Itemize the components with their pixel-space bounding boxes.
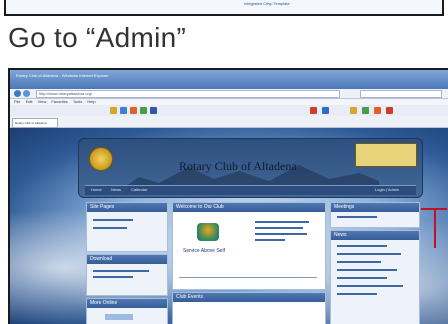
divider [179,277,317,278]
toolbar-icon[interactable] [350,107,357,114]
panel-header: Site Pages [87,203,167,212]
panel-header: Meetings [331,203,419,212]
toolbar-icon[interactable] [374,107,381,114]
menu-help[interactable]: Help [87,99,95,104]
browser-tab[interactable]: Rotary Club of Altadena [12,118,58,128]
tab-bar: Rotary Club of Altadena [10,116,448,128]
toolbar-icon[interactable] [362,107,369,114]
nav-calendar[interactable]: Calendar [131,187,147,192]
toolbar-icon[interactable] [130,107,137,114]
news-line[interactable] [337,245,387,247]
menu-view[interactable]: View [38,99,47,104]
button-image[interactable] [105,314,133,320]
text-line [255,221,309,223]
browser-title: Rotary Club of Altadena - Windows Intern… [16,73,109,78]
browser-tab-label: Rotary Club of Altadena [15,121,47,125]
download-panel: Download [86,254,168,296]
nav-admin-link[interactable]: Login | Admin [375,187,399,192]
search-field[interactable] [360,90,442,98]
news-line[interactable] [337,261,381,263]
site-pages-panel: Site Pages [86,202,168,252]
callout-line-vertical [434,208,436,248]
toolbar-icon[interactable] [140,107,147,114]
toolbar-icon[interactable] [150,107,157,114]
previous-slide-link: Integrated Crisp Template [244,1,290,6]
browser-title-bar: Rotary Club of Altadena - Windows Intern… [10,70,448,89]
panel-header: News [331,231,419,240]
toolbar-icon[interactable] [386,107,393,114]
club-title: Rotary Club of Altadena [179,159,297,173]
rotary-logo-icon [89,147,113,171]
previous-slide-frame: Integrated Crisp Template [4,0,444,16]
text-line [255,227,303,229]
nav-home[interactable]: Home [91,187,102,192]
news-panel: News [330,230,420,324]
forward-icon[interactable] [23,90,30,97]
url-field[interactable]: http://www.rotaryaltadena.org/ [36,90,340,98]
previous-slide-strip: Integrated Crisp Template [0,0,448,18]
text-line [255,233,307,235]
rotary-emblem-icon [197,223,219,241]
welcome-panel: Welcome to Our Club Service Above Self [172,202,326,290]
news-line[interactable] [337,285,403,287]
slogan-text: Service Above Self [183,248,225,254]
meetings-panel: Meetings [330,202,420,228]
site-banner: Rotary Club of Altadena Home News Calend… [78,138,423,198]
link-line[interactable] [93,270,149,272]
toolbar-icon[interactable] [310,107,317,114]
web-page: Rotary Club of Altadena Home News Calend… [10,128,448,324]
menu-favorites[interactable]: Favorites [51,99,67,104]
browser-screenshot: Rotary Club of Altadena - Windows Intern… [8,68,448,324]
toolbar-icon[interactable] [322,107,329,114]
back-icon[interactable] [14,90,21,97]
toolbar-icon[interactable] [110,107,117,114]
slide-heading: Go to “Admin” [8,22,187,53]
news-line[interactable] [337,277,387,279]
news-line[interactable] [337,253,401,255]
link-line[interactable] [93,219,133,221]
text-line [337,216,377,218]
club-events-panel: Club Events [172,292,326,324]
menu-tools[interactable]: Tools [73,99,82,104]
address-bar: http://www.rotaryaltadena.org/ [10,89,448,99]
news-line[interactable] [337,269,397,271]
panel-header: Club Events [173,293,325,302]
panel-header: Welcome to Our Club [173,203,325,212]
toolbar-icon[interactable] [120,107,127,114]
more-online-panel: More Online [86,298,168,324]
nav-news[interactable]: News [111,187,121,192]
panel-header: Download [87,255,167,264]
menu-file[interactable]: File [14,99,20,104]
text-line [255,239,285,241]
link-line[interactable] [93,227,127,229]
site-navbar: Home News Calendar Login | Admin [85,185,416,195]
panel-header: More Online [87,299,167,308]
news-line[interactable] [337,293,377,295]
badge-image [355,143,417,167]
menu-edit[interactable]: Edit [26,99,33,104]
link-line[interactable] [93,276,133,278]
